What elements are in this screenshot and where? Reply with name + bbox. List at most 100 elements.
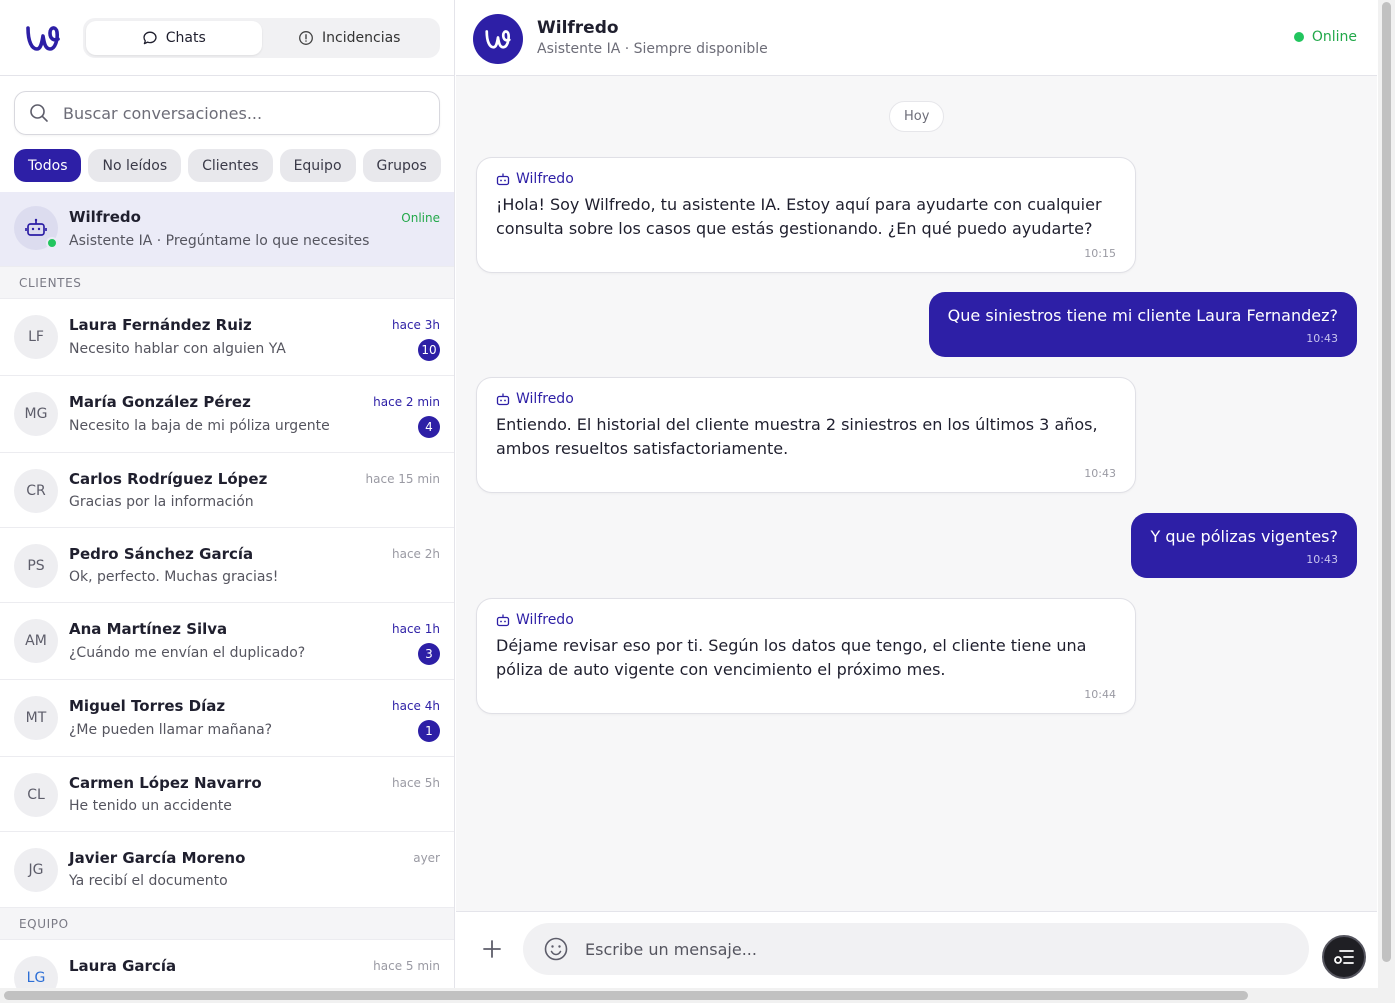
avatar: LF <box>14 315 58 359</box>
quick-actions-button[interactable] <box>1322 935 1366 979</box>
message-text: Déjame revisar eso por ti. Según los dat… <box>496 636 1087 679</box>
filter-clientes[interactable]: Clientes <box>188 149 273 182</box>
avatar: PS <box>14 544 58 588</box>
tab-incidencias[interactable]: Incidencias <box>262 21 438 55</box>
message-time: 10:44 <box>1084 688 1116 701</box>
vertical-scrollbar[interactable] <box>1378 0 1395 988</box>
conversation-preview: Ok, perfecto. Muchas gracias! <box>69 569 279 585</box>
list-item[interactable]: JG Javier García Moreno Ya recibí el doc… <box>0 832 454 907</box>
message-text: Entiendo. El historial del cliente muest… <box>496 415 1098 458</box>
conversation-name: Javier García Moreno <box>69 849 246 867</box>
list-item[interactable]: MT Miguel Torres Díaz ¿Me pueden llamar … <box>0 680 454 757</box>
scrollbar-thumb[interactable] <box>4 991 1248 1000</box>
list-item[interactable]: CR Carlos Rodríguez López Gracias por la… <box>0 453 454 528</box>
message-time: 10:43 <box>1084 467 1116 480</box>
avatar: LG <box>14 956 58 988</box>
chat-header: Wilfredo Asistente IA · Siempre disponib… <box>456 0 1377 76</box>
sidebar: Chats Incidencias Todos No leídos Client… <box>0 0 455 988</box>
conversation-preview: ¿Me pueden llamar mañana? <box>69 722 273 738</box>
conversation-preview: Necesito hablar con alguien YA <box>69 341 286 357</box>
conversation-preview: Asistente IA · Pregúntame lo que necesit… <box>69 233 370 249</box>
conversation-name: Wilfredo <box>69 208 141 226</box>
list-item[interactable]: MG María González Pérez Necesito la baja… <box>0 376 454 453</box>
unread-badge: 4 <box>418 416 440 438</box>
robot-icon <box>25 218 47 236</box>
robot-icon <box>496 173 510 186</box>
avatar: MT <box>14 696 58 740</box>
conversation-preview: ¿Cuándo me envían el duplicado? <box>69 645 306 661</box>
message-bubble-incoming: Wilfredo Entiendo. El historial del clie… <box>476 377 1136 493</box>
avatar: MG <box>14 392 58 436</box>
list-item[interactable]: PS Pedro Sánchez García Ok, perfecto. Mu… <box>0 528 454 603</box>
conversation-time: hace 1h <box>392 622 440 636</box>
sidebar-header: Chats Incidencias <box>0 0 454 76</box>
conversation-name: Miguel Torres Díaz <box>69 697 226 715</box>
chat-subtitle: Asistente IA · Siempre disponible <box>537 41 768 57</box>
message-sender-name: Wilfredo <box>516 171 574 187</box>
conversation-time: hace 2 min <box>373 395 440 409</box>
tab-chats-label: Chats <box>165 30 206 46</box>
search-input[interactable] <box>63 103 403 123</box>
tab-incidencias-label: Incidencias <box>322 30 401 46</box>
conversation-name: Laura García <box>69 957 177 975</box>
conversation-preview: He tenido un accidente <box>69 798 232 814</box>
robot-icon <box>496 393 510 406</box>
message-bubble-incoming: Wilfredo ¡Hola! Soy Wilfredo, tu asisten… <box>476 157 1136 273</box>
conversation-name: María González Pérez <box>69 393 251 411</box>
message-bubble-outgoing: Que siniestros tiene mi cliente Laura Fe… <box>928 292 1357 357</box>
section-header-equipo: EQUIPO <box>0 907 454 940</box>
avatar: CR <box>14 469 58 513</box>
conversation-name: Ana Martínez Silva <box>69 620 228 638</box>
conversation-list: Wilfredo Asistente IA · Pregúntame lo qu… <box>0 192 454 988</box>
conversation-time: hace 5h <box>392 776 440 790</box>
conversation-name: Carlos Rodríguez López <box>69 470 268 488</box>
message-sender: Wilfredo <box>496 612 1116 628</box>
conversation-time: ayer <box>413 851 440 865</box>
conversation-time: hace 4h <box>392 699 440 713</box>
robot-icon <box>496 614 510 627</box>
list-item[interactable]: LG Laura García hace 5 min <box>0 940 454 988</box>
list-item[interactable]: CL Carmen López Navarro He tenido un acc… <box>0 757 454 832</box>
filter-chips: Todos No leídos Clientes Equipo Grupos <box>14 149 441 182</box>
brand-logo[interactable] <box>24 22 62 54</box>
filter-todos[interactable]: Todos <box>14 149 82 182</box>
section-header-clientes: CLIENTES <box>0 266 454 299</box>
message-sender-name: Wilfredo <box>516 612 574 628</box>
horizontal-scrollbar[interactable] <box>0 988 1395 1003</box>
unread-badge: 1 <box>418 720 440 742</box>
avatar: AM <box>14 619 58 663</box>
conversation-wilfredo[interactable]: Wilfredo Asistente IA · Pregúntame lo qu… <box>0 192 454 266</box>
message-sender-name: Wilfredo <box>516 391 574 407</box>
status-label: Online <box>1311 29 1357 45</box>
emoji-icon[interactable] <box>543 936 569 962</box>
conversation-time: hace 2h <box>392 547 440 561</box>
message-sender: Wilfredo <box>496 391 1116 407</box>
message-text: ¡Hola! Soy Wilfredo, tu asistente IA. Es… <box>496 195 1102 238</box>
conversation-time: hace 15 min <box>365 472 440 486</box>
message-text: Y que pólizas vigentes? <box>1150 527 1338 546</box>
message-bubble-outgoing: Y que pólizas vigentes? 10:43 <box>1131 513 1357 578</box>
status-indicator: Online <box>1293 29 1357 45</box>
filter-grupos[interactable]: Grupos <box>362 149 441 182</box>
conversation-time: hace 3h <box>392 318 440 332</box>
online-indicator <box>46 237 58 249</box>
chat-panel: Wilfredo Asistente IA · Siempre disponib… <box>456 0 1377 988</box>
list-item[interactable]: LF Laura Fernández Ruiz Necesito hablar … <box>0 299 454 376</box>
message-sender: Wilfredo <box>496 171 1116 187</box>
message-bubble-incoming: Wilfredo Déjame revisar eso por ti. Segú… <box>476 598 1136 714</box>
list-item[interactable]: AM Ana Martínez Silva ¿Cuándo me envían … <box>0 603 454 680</box>
chat-title: Wilfredo <box>537 18 619 38</box>
plus-icon[interactable] <box>480 937 504 961</box>
message-time: 10:15 <box>1084 247 1116 260</box>
tab-chats[interactable]: Chats <box>86 21 262 55</box>
filter-no-leidos[interactable]: No leídos <box>88 149 182 182</box>
conversation-time: hace 5 min <box>373 959 440 973</box>
message-input[interactable] <box>585 939 1275 959</box>
message-composer <box>456 911 1377 988</box>
avatar: JG <box>14 848 58 892</box>
scrollbar-thumb[interactable] <box>1382 2 1391 962</box>
filter-equipo[interactable]: Equipo <box>279 149 356 182</box>
online-dot-icon <box>1293 32 1304 42</box>
search-icon <box>30 104 48 122</box>
conversation-preview: Ya recibí el documento <box>69 873 228 889</box>
